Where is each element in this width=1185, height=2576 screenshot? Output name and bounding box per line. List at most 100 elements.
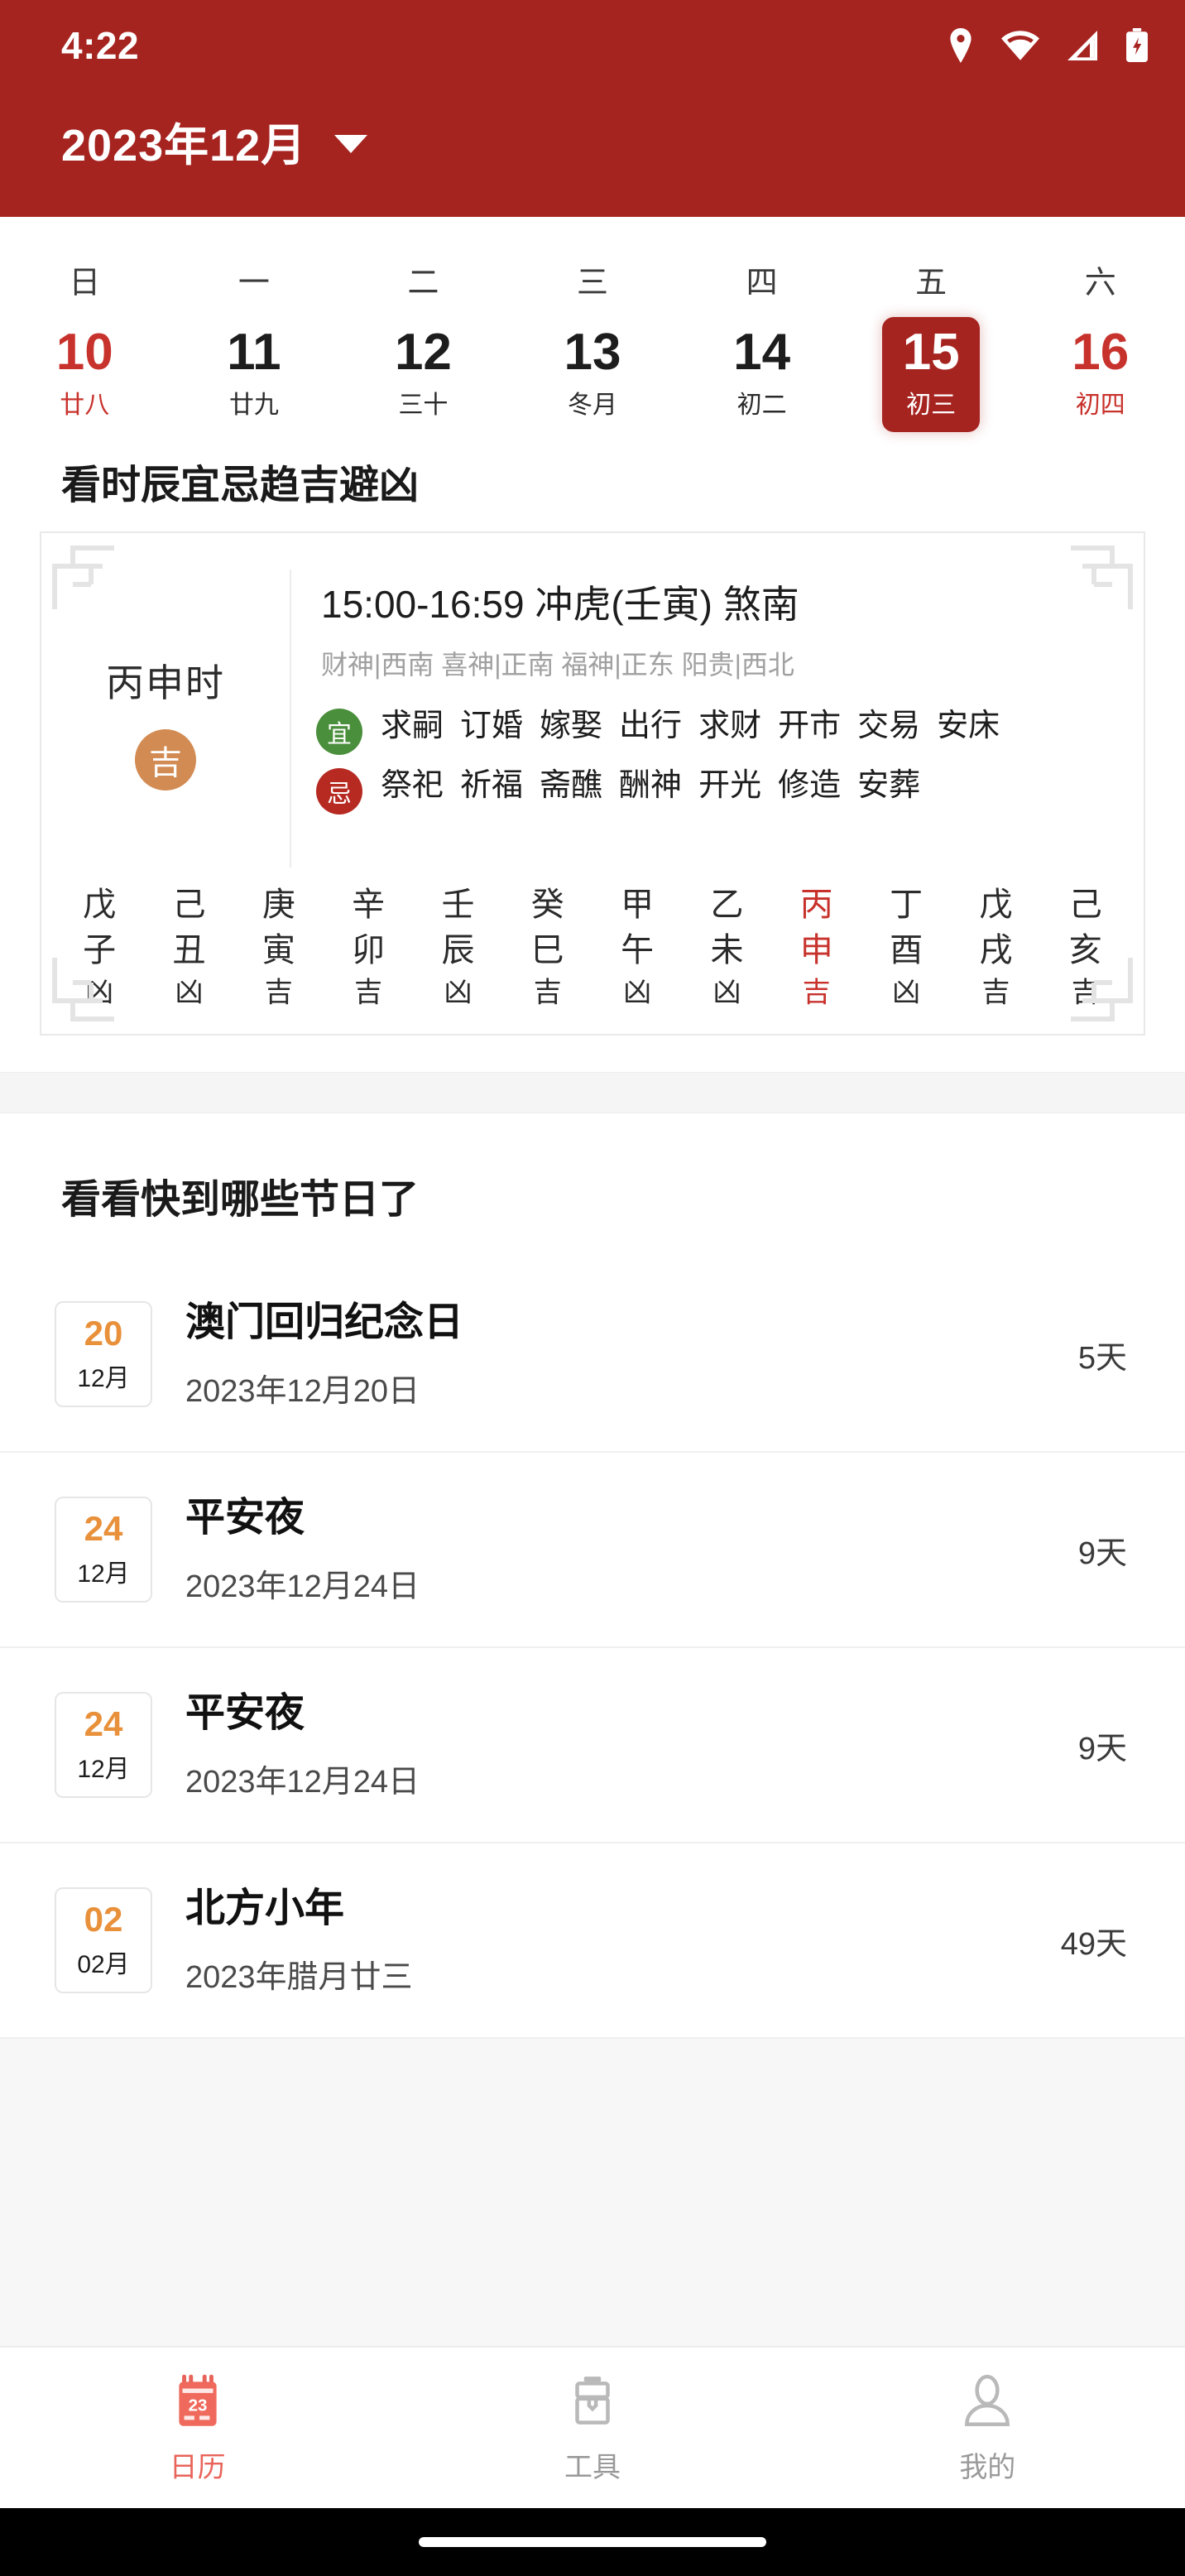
hour-stem: 辛 [352,887,386,924]
date-lunar: 初二 [736,392,787,420]
hour-luck: 吉 [1071,977,1100,1009]
date-cell-2[interactable]: 12 三十 [338,317,508,447]
date-chip[interactable]: 10 廿八 [36,317,133,432]
hour-stem: 庚 [261,887,295,924]
app-screen: 4:22 2023年12月 日 一 二 三 四 五 六 10 廿八 11 廿九 … [0,0,1185,2576]
nav-label-tools: 工具 [564,2451,621,2483]
festival-section-title: 看看快到哪些节日了 [61,1178,420,1223]
ji-item: 斋醮 [540,768,603,804]
hour-luck: 吉 [981,977,1010,1009]
home-indicator[interactable] [419,2537,766,2547]
weekday-label: 五 [915,266,948,300]
date-cell-1[interactable]: 11 廿九 [170,317,339,447]
hour-cell[interactable]: 乙 未 凶 [682,882,771,1012]
hour-luck: 吉 [533,977,562,1009]
hour-branch: 巳 [530,932,564,969]
hour-cell[interactable]: 癸 巳 吉 [503,882,592,1012]
date-chip-selected[interactable]: 15 初三 [882,317,981,433]
direction-gods-line: 财神|西南 喜神|正南 福神|正东 阳贵|西北 [321,650,794,680]
yi-row: 宜 求嗣 订婚 嫁娶 出行 求财 开市 交易 安床 [316,704,1144,756]
hour-stem: 丙 [799,887,833,924]
svg-text:23: 23 [188,2396,207,2415]
date-number: 16 [1072,324,1130,381]
hour-cell[interactable]: 壬 辰 凶 [413,882,502,1012]
festival-name: 澳门回归纪念日 [185,1300,464,1345]
month-title: 2023年12月 [61,120,307,171]
hour-cell[interactable]: 己 亥 吉 [1041,882,1130,1012]
date-lunar: 三十 [398,392,449,420]
twelve-hour-grid: 戊 子 凶 己 丑 凶 庚 寅 吉 辛 卯 吉 壬 辰 凶 癸 巳 吉 甲 午 … [41,867,1144,1034]
festival-row[interactable]: 24 12月 平安夜 2023年12月24日 9天 [0,1453,1185,1649]
weekday-label: 二 [407,266,439,300]
date-cell-4[interactable]: 14 初二 [677,317,847,447]
hour-branch: 辰 [441,932,475,969]
hour-branch: 戌 [979,932,1013,969]
festival-month: 02月 [77,1951,130,1979]
hour-cell[interactable]: 己 丑 凶 [144,882,233,1012]
hour-cell[interactable]: 甲 午 凶 [592,882,682,1012]
date-cell-0[interactable]: 10 廿八 [0,317,170,447]
yi-item: 交易 [857,709,921,744]
bottom-navigation: 23 日历 工具 我的 [0,2346,1185,2508]
date-cell-6[interactable]: 16 初四 [1015,317,1185,447]
hour-luck: 凶 [712,977,741,1009]
yi-item: 嫁娶 [540,709,603,744]
festival-row[interactable]: 20 12月 澳门回归纪念日 2023年12月20日 5天 [0,1257,1185,1454]
month-selector[interactable]: 2023年12月 [0,91,1185,190]
yi-item: 求嗣 [381,709,444,744]
yi-badge: 宜 [316,709,362,756]
date-number: 14 [733,324,791,381]
hour-stem: 丁 [890,887,924,924]
fortune-card-wrap: 丙申时 吉 15:00-16:59 冲虎(壬寅) 煞南 财神|西南 喜神|正南 … [0,510,1185,1036]
hour-cell[interactable]: 庚 寅 吉 [234,882,324,1012]
date-cell-5[interactable]: 15 初三 [847,317,1016,447]
status-bar: 4:22 [0,0,1185,91]
location-icon [947,28,975,63]
hour-stem: 甲 [621,887,655,924]
fortune-section-title: 看时辰宜忌趋吉避凶 [61,464,420,508]
hour-stem: 癸 [530,887,564,924]
hour-branch: 午 [621,932,655,969]
person-icon [957,2372,1018,2433]
weekday-label: 三 [577,266,609,300]
hour-cell[interactable]: 丁 酉 凶 [861,882,951,1012]
date-chip[interactable]: 14 初二 [713,317,811,432]
hour-luck: 吉 [354,977,383,1009]
festival-full-date: 2023年12月24日 [185,1569,420,1604]
festival-day: 02 [84,1900,123,1939]
hour-stem: 戊 [83,887,117,924]
hour-branch: 寅 [261,932,295,969]
hour-branch: 丑 [172,932,206,969]
festival-row[interactable]: 02 02月 北方小年 2023年腊月廿三 49天 [0,1843,1185,2040]
date-number: 12 [394,324,452,381]
festival-countdown: 5天 [1077,1340,1127,1376]
nav-item-calendar[interactable]: 23 日历 [0,2348,395,2508]
hour-cell[interactable]: 戊 戌 吉 [951,882,1040,1012]
date-chip[interactable]: 16 初四 [1052,317,1149,432]
yi-item: 订婚 [460,709,524,744]
hour-cell[interactable]: 戊 子 凶 [55,882,144,1012]
hour-cell-active[interactable]: 丙 申 吉 [772,882,861,1012]
fortune-card[interactable]: 丙申时 吉 15:00-16:59 冲虎(壬寅) 煞南 财神|西南 喜神|正南 … [40,531,1145,1036]
hour-cell[interactable]: 辛 卯 吉 [324,882,413,1012]
hour-luck: 吉 [264,977,293,1009]
hour-stem: 壬 [441,887,475,924]
chevron-down-icon[interactable] [334,135,368,153]
nav-item-profile[interactable]: 我的 [790,2348,1185,2508]
festival-row[interactable]: 24 12月 平安夜 2023年12月24日 9天 [0,1648,1185,1844]
festival-countdown: 9天 [1077,1536,1127,1571]
hour-time-range: 15:00-16:59 冲虎(壬寅) 煞南 [321,583,799,627]
date-cell-3[interactable]: 13 冬月 [508,317,678,447]
date-lunar: 冬月 [568,392,618,420]
date-chip[interactable]: 12 三十 [374,317,472,432]
ji-row: 忌 祭祀 祈福 斋醮 酬神 开光 修造 安葬 [316,763,1144,815]
date-chip[interactable]: 11 廿九 [205,317,303,432]
app-header: 4:22 2023年12月 [0,0,1185,217]
nav-item-tools[interactable]: 工具 [395,2348,789,2508]
fortune-info-column: 15:00-16:59 冲虎(壬寅) 煞南 财神|西南 喜神|正南 福神|正东 … [290,570,1144,868]
calendar-icon: 23 [167,2372,228,2433]
festival-name: 北方小年 [185,1886,345,1931]
section-divider [0,1072,1185,1114]
date-chip[interactable]: 13 冬月 [544,317,641,432]
ji-item: 酬神 [619,768,683,804]
